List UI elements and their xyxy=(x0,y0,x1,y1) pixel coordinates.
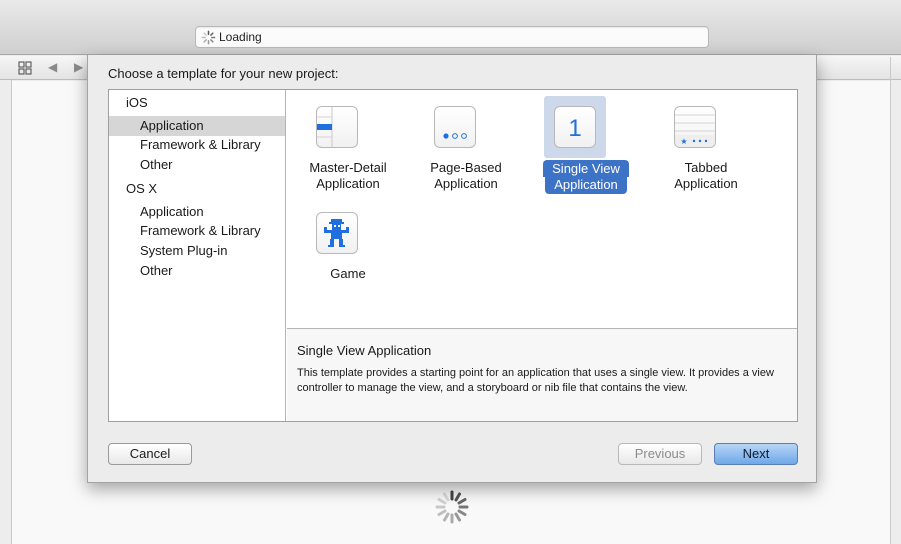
svg-text:★: ★ xyxy=(680,137,687,146)
window-titlebar: Loading xyxy=(0,0,901,55)
template-single-view[interactable]: 1 Single View Application xyxy=(526,92,646,194)
template-label-line1: Game xyxy=(330,266,366,281)
next-button[interactable]: Next xyxy=(714,443,798,465)
loading-spinner-icon xyxy=(201,30,216,45)
back-arrow-icon[interactable]: ◀ xyxy=(48,60,57,74)
template-label-line2: Application xyxy=(674,176,738,191)
sidebar-item-osx-application[interactable]: Application xyxy=(109,202,285,222)
template-label: Master-Detail Application xyxy=(288,160,408,192)
template-label: Single View Application xyxy=(526,160,646,194)
forward-arrow-icon[interactable]: ▶ xyxy=(74,60,83,74)
activity-viewer: Loading xyxy=(195,26,709,48)
activity-text: Loading xyxy=(219,30,262,44)
template-icon-frame: 1 xyxy=(544,96,606,158)
single-view-icon: 1 xyxy=(554,106,596,148)
description-text: This template provides a starting point … xyxy=(297,367,774,394)
template-label-line2: Application xyxy=(545,177,627,194)
sheet-title: Choose a template for your new project: xyxy=(108,66,339,81)
template-label-line2: Application xyxy=(434,176,498,191)
sidebar-item-osx-system-plugin[interactable]: System Plug-in xyxy=(109,241,285,261)
sidebar-item-osx-other[interactable]: Other xyxy=(109,261,285,281)
master-detail-icon xyxy=(316,106,358,148)
template-label-line1: Page-Based xyxy=(430,160,502,175)
template-grid: Master-Detail Application Page-Based App… xyxy=(287,90,797,328)
sidebar-group-ios: iOS xyxy=(126,95,148,110)
sidebar-group-osx: OS X xyxy=(126,181,158,196)
template-page-based[interactable]: Page-Based Application xyxy=(406,92,526,192)
cancel-button[interactable]: Cancel xyxy=(108,443,192,465)
template-description: Single View Application This template pr… xyxy=(287,328,797,421)
template-label-line1: Single View xyxy=(543,160,629,177)
sidebar-item-ios-other[interactable]: Other xyxy=(109,155,285,175)
template-label-line1: Master-Detail xyxy=(309,160,387,175)
editor-right-border xyxy=(890,57,891,544)
loading-spinner-icon xyxy=(435,490,469,524)
single-view-icon-number: 1 xyxy=(568,115,581,142)
template-master-detail[interactable]: Master-Detail Application xyxy=(288,92,408,192)
page-based-icon xyxy=(434,106,476,148)
new-project-sheet: Choose a template for your new project: … xyxy=(87,55,817,483)
template-game[interactable]: Game xyxy=(288,198,408,298)
template-icon-frame: ★ xyxy=(664,96,726,158)
template-label: Tabbed Application xyxy=(646,160,766,192)
template-label: Page-Based Application xyxy=(406,160,526,192)
previous-button[interactable]: Previous xyxy=(618,443,702,465)
template-label-line2: Application xyxy=(316,176,380,191)
template-icon-frame xyxy=(306,202,368,264)
related-items-grid-icon[interactable] xyxy=(18,61,32,75)
description-title: Single View Application xyxy=(297,343,432,358)
template-tabbed[interactable]: ★ Tabbed Application xyxy=(646,92,766,192)
template-label: Game xyxy=(288,266,408,282)
tabbed-icon: ★ xyxy=(674,106,716,148)
sidebar-item-ios-framework-library[interactable]: Framework & Library xyxy=(109,135,285,155)
template-label-line1: Tabbed xyxy=(684,160,728,175)
sidebar-item-ios-application[interactable]: Application xyxy=(109,116,285,136)
game-icon xyxy=(316,212,358,254)
template-icon-frame xyxy=(306,96,368,158)
sidebar-item-osx-framework-library[interactable]: Framework & Library xyxy=(109,221,285,241)
template-chooser-panel: iOS Application Framework & Library Othe… xyxy=(108,89,798,422)
template-icon-frame xyxy=(424,96,486,158)
template-category-sidebar: iOS Application Framework & Library Othe… xyxy=(109,90,286,421)
